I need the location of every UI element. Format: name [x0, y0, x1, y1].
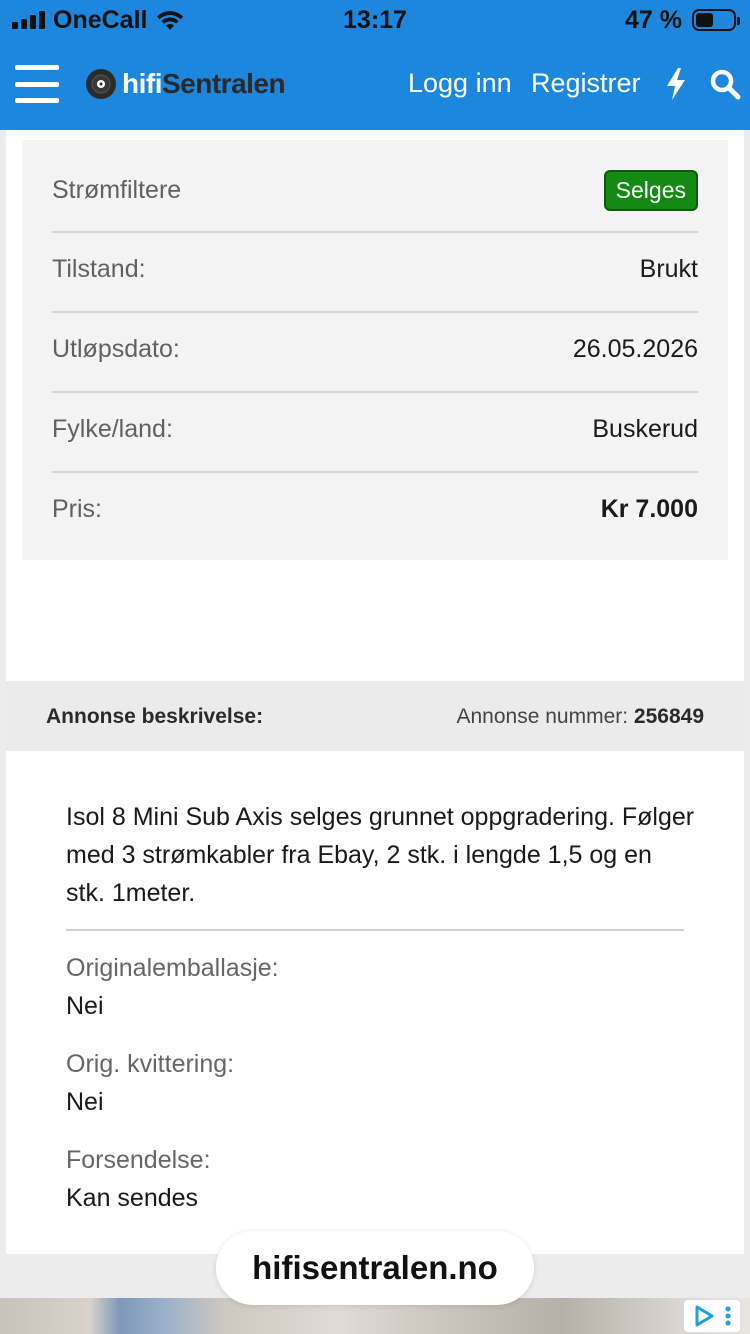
bolt-icon[interactable] [664, 67, 688, 101]
more-dots-icon [725, 1306, 731, 1326]
expiry-value: 26.05.2026 [572, 335, 698, 363]
original-packaging-label: Originalemballasje: [66, 954, 279, 982]
record-disc-icon [86, 69, 116, 99]
search-icon[interactable] [709, 68, 741, 100]
region-value: Buskerud [592, 415, 698, 443]
description-header: Annonse beskrivelse: Annonse nummer: 256… [6, 681, 744, 751]
expiry-label: Utløpsdato: [52, 335, 180, 363]
price-value: Kr 7.000 [600, 495, 698, 523]
menu-icon[interactable] [15, 65, 59, 103]
shipping-value: Kan sendes [66, 1184, 199, 1212]
price-label: Pris: [52, 495, 102, 523]
description-text: Isol 8 Mini Sub Axis selges grunnet oppg… [66, 803, 695, 907]
play-arrow-icon [695, 1305, 714, 1327]
battery-percentage: 47 % [625, 5, 682, 34]
divider [66, 929, 684, 931]
region-row: Fylke/land: Buskerud [52, 415, 698, 444]
login-link[interactable]: Logg inn [408, 68, 512, 99]
condition-row: Tilstand: Brukt [52, 255, 698, 284]
divider [52, 391, 698, 393]
price-row: Pris: Kr 7.000 [52, 495, 698, 524]
ad-choices-icon[interactable] [684, 1300, 740, 1332]
shipping-label: Forsendelse: [66, 1146, 211, 1174]
browser-address-bar[interactable]: hifisentralen.no [216, 1231, 534, 1305]
url-text: hifisentralen.no [252, 1249, 498, 1286]
receipt-label: Orig. kvittering: [66, 1050, 235, 1078]
site-header: hifiSentralen Logg inn Registrer [0, 40, 750, 130]
category-label: Strømfiltere [52, 176, 182, 204]
category-row: Strømfiltere Selges [52, 170, 698, 211]
description-title: Annonse beskrivelse: [46, 705, 264, 728]
condition-value: Brukt [639, 255, 698, 283]
ad-number: Annonse nummer: 256849 [456, 705, 704, 728]
region-label: Fylke/land: [52, 415, 173, 443]
status-bar: OneCall 13:17 47 % [0, 0, 750, 40]
divider [52, 471, 698, 473]
battery-icon [692, 9, 740, 31]
site-logo[interactable]: hifiSentralen [84, 67, 286, 101]
receipt-value: Nei [66, 1088, 104, 1116]
original-packaging-value: Nei [66, 992, 104, 1020]
logo-text: hifiSentralen [122, 68, 286, 99]
condition-label: Tilstand: [52, 255, 146, 283]
expiry-row: Utløpsdato: 26.05.2026 [52, 335, 698, 364]
divider [52, 311, 698, 313]
divider [52, 231, 698, 233]
register-link[interactable]: Registrer [531, 68, 641, 99]
status-badge: Selges [603, 170, 698, 211]
